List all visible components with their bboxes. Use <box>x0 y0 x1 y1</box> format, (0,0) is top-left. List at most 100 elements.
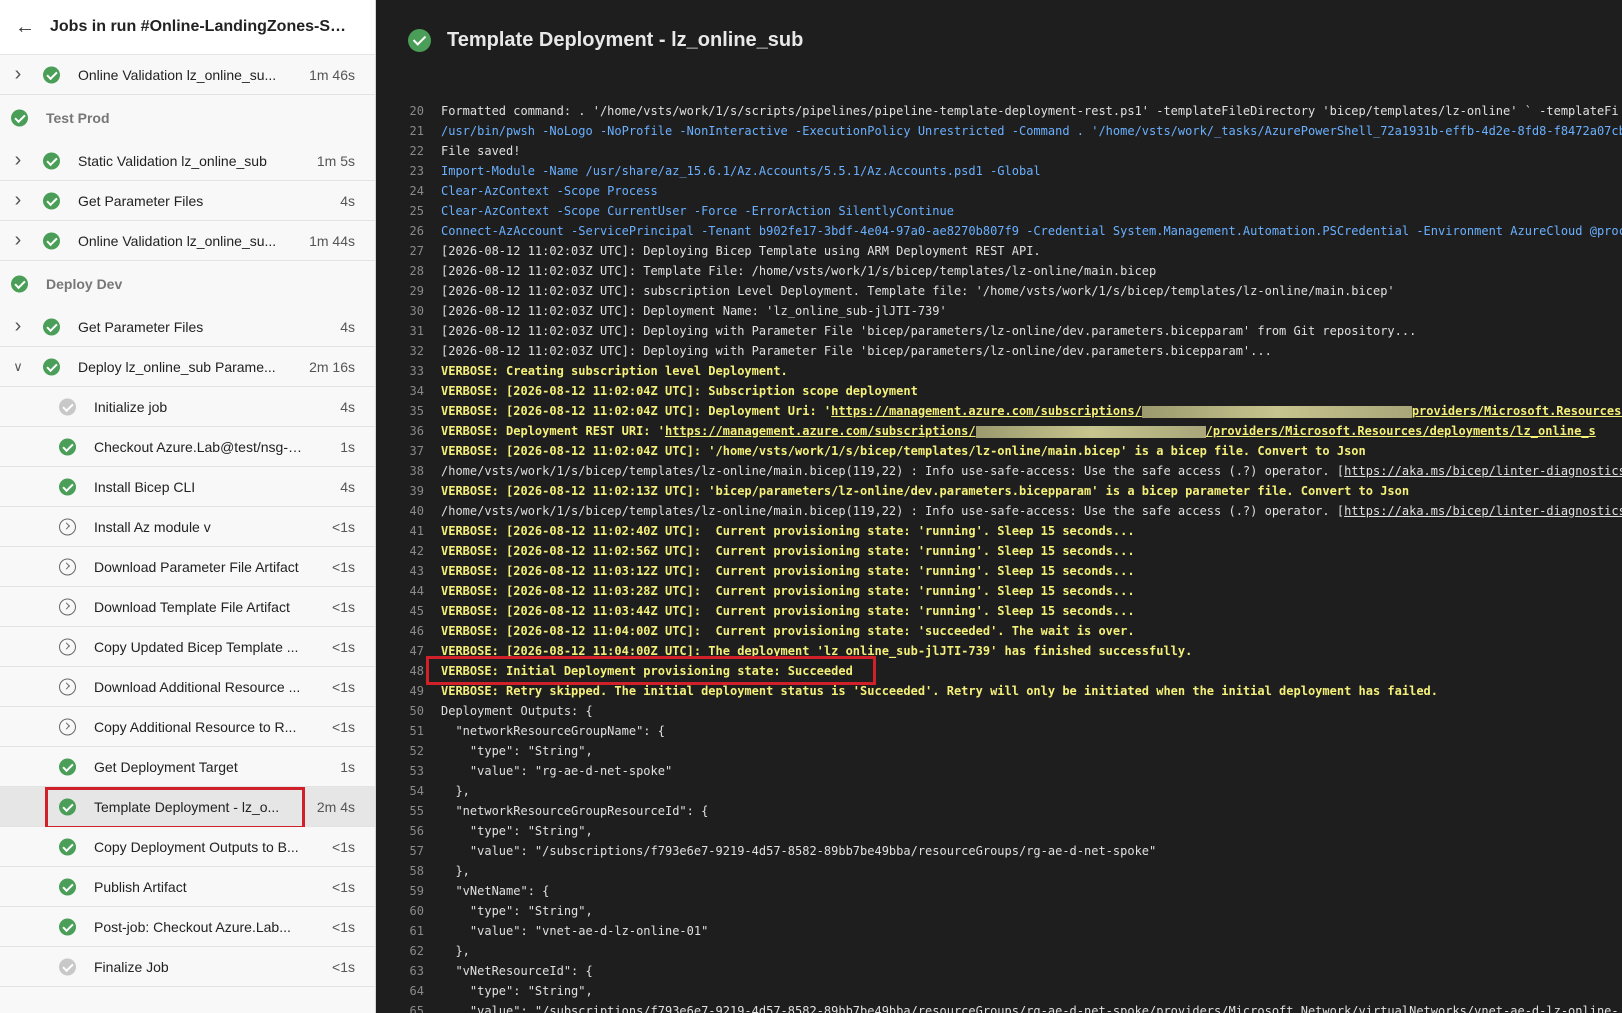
log-header: Template Deployment - lz_online_sub <box>376 0 1622 80</box>
line-text: Clear-AzContext -Scope Process <box>424 181 658 201</box>
step-row[interactable]: Get Deployment Target 1s <box>0 747 375 787</box>
line-number: 65 <box>409 1004 424 1013</box>
line-number: 44 <box>409 584 424 598</box>
chevron-right-icon[interactable]: › <box>11 221 25 260</box>
line-text: [2026-08-12 11:02:03Z UTC]: Template Fil… <box>424 261 1156 281</box>
log-text-segment: [2026-08-12 11:02:03Z UTC]: Deployment N… <box>441 304 947 318</box>
row-label: Initialize job <box>94 398 168 415</box>
row-label: Install Bicep CLI <box>94 478 196 495</box>
log-link[interactable]: /providers/Microsoft.Resources/deploymen… <box>1206 424 1596 438</box>
line-number: 22 <box>409 144 424 158</box>
row-label: Online Validation lz_online_su... <box>78 232 277 249</box>
job-row[interactable]: › Online Validation lz_online_su... 1m 46s <box>0 55 375 95</box>
line-number: 27 <box>409 244 424 258</box>
log-text-segment: "vNetName": { <box>441 884 550 898</box>
step-row[interactable]: Download Additional Resource ... <1s <box>0 667 375 707</box>
step-row[interactable]: Finalize Job <1s <box>0 947 375 987</box>
chevron-right-icon[interactable]: › <box>11 141 25 180</box>
log-line: 28 [2026-08-12 11:02:03Z UTC]: Template F… <box>376 261 1622 281</box>
log-text-segment: "value": "vnet-ae-d-lz-online-01" <box>441 924 709 938</box>
log-link[interactable]: https://aka.ms/bicep/linter-diagnostics <box>1344 504 1622 518</box>
line-text: "value": "vnet-ae-d-lz-online-01" <box>424 921 708 941</box>
log-line: 52 "type": "String", <box>376 741 1622 761</box>
log-line: 41 VERBOSE: [2026-08-12 11:02:40Z UTC]: C… <box>376 521 1622 541</box>
step-row[interactable]: Post-job: Checkout Azure.Lab... <1s <box>0 907 375 947</box>
step-row[interactable]: Copy Additional Resource to R... <1s <box>0 707 375 747</box>
line-number: 31 <box>409 324 424 338</box>
log-text-segment: "type": "String", <box>441 984 593 998</box>
job-row[interactable]: › Online Validation lz_online_su... 1m 44s <box>0 221 375 261</box>
chevron-right-icon[interactable]: › <box>11 55 25 94</box>
log-link[interactable]: providers/Microsoft.Resources/ <box>1412 404 1622 418</box>
log-text-segment: File saved! <box>441 144 521 158</box>
stage-row[interactable]: Deploy Dev <box>0 261 375 307</box>
log-text-segment: Clear-AzContext -Scope Process <box>441 184 658 198</box>
step-row[interactable]: Copy Updated Bicep Template ... <1s <box>0 627 375 667</box>
line-text: VERBOSE: [2026-08-12 11:02:04Z UTC]: '/h… <box>424 441 1366 461</box>
log-line: 32 [2026-08-12 11:02:03Z UTC]: Deploying … <box>376 341 1622 361</box>
line-number: 23 <box>409 164 424 178</box>
step-row[interactable]: Install Bicep CLI 4s <box>0 467 375 507</box>
step-row[interactable]: Initialize job 4s <box>0 387 375 427</box>
log-text-segment: }, <box>441 864 470 878</box>
log-text-segment: VERBOSE: [2026-08-12 11:02:40Z UTC]: Cur… <box>441 524 1135 538</box>
back-arrow-icon[interactable]: ← <box>0 16 50 39</box>
step-row[interactable]: Download Parameter File Artifact <1s <box>0 547 375 587</box>
line-text: [2026-08-12 11:02:03Z UTC]: subscription… <box>424 281 1395 301</box>
job-row[interactable]: › Get Parameter Files 4s <box>0 307 375 347</box>
line-text: }, <box>424 781 469 801</box>
line-number: 62 <box>409 944 424 958</box>
row-label: Copy Updated Bicep Template ... <box>94 638 299 655</box>
log-text-segment: [2026-08-12 11:02:03Z UTC]: Deploying wi… <box>441 344 1272 358</box>
log-text-segment: VERBOSE: [2026-08-12 11:04:00Z UTC]: The… <box>441 644 1193 658</box>
step-row[interactable]: Install Az module v <1s <box>0 507 375 547</box>
line-number: 43 <box>409 564 424 578</box>
log-text-segment: Import-Module -Name /usr/share/az_15.6.1… <box>441 164 1041 178</box>
row-duration: <1s <box>332 638 355 655</box>
chevron-right-icon[interactable]: › <box>11 307 25 346</box>
line-number: 36 <box>409 424 424 438</box>
success-check-icon <box>59 438 76 455</box>
step-row[interactable]: Download Template File Artifact <1s <box>0 587 375 627</box>
row-label: Download Additional Resource ... <box>94 678 301 695</box>
log-link[interactable]: https://aka.ms/bicep/linter-diagnostics <box>1344 464 1622 478</box>
log-line: 26 Connect-AzAccount -ServicePrincipal -T… <box>376 221 1622 241</box>
line-text: Connect-AzAccount -ServicePrincipal -Ten… <box>424 221 1622 241</box>
line-text: /home/vsts/work/1/s/bicep/templates/lz-o… <box>424 501 1622 521</box>
job-row[interactable]: › Static Validation lz_online_sub 1m 5s <box>0 141 375 181</box>
chevron-right-icon[interactable]: › <box>11 181 25 220</box>
line-text: "value": "/subscriptions/f793e6e7-9219-4… <box>424 841 1156 861</box>
line-text: VERBOSE: [2026-08-12 11:04:00Z UTC]: Cur… <box>424 621 1135 641</box>
line-number: 58 <box>409 864 424 878</box>
line-number: 25 <box>409 204 424 218</box>
log-line: 42 VERBOSE: [2026-08-12 11:02:56Z UTC]: C… <box>376 541 1622 561</box>
row-duration: 1s <box>340 758 355 775</box>
log-line: 24 Clear-AzContext -Scope Process <box>376 181 1622 201</box>
log-text-segment: VERBOSE: [2026-08-12 11:02:56Z UTC]: Cur… <box>441 544 1135 558</box>
line-number: 21 <box>409 124 424 138</box>
stage-row[interactable]: Test Prod <box>0 95 375 141</box>
row-label: Checkout Azure.Lab@test/nsg-u... <box>94 438 306 455</box>
log-link[interactable]: https://management.azure.com/subscriptio… <box>665 424 976 438</box>
row-label: Static Validation lz_online_sub <box>78 152 267 169</box>
redacted-value <box>1141 405 1412 418</box>
line-text: Clear-AzContext -Scope CurrentUser -Forc… <box>424 201 954 221</box>
log-link[interactable]: https://management.azure.com/subscriptio… <box>831 404 1142 418</box>
chevron-down-icon[interactable]: ∨ <box>11 347 25 386</box>
step-row[interactable]: Checkout Azure.Lab@test/nsg-u... 1s <box>0 427 375 467</box>
line-text: VERBOSE: Retry skipped. The initial depl… <box>424 681 1438 701</box>
job-row[interactable]: › Get Parameter Files 4s <box>0 181 375 221</box>
line-number: 28 <box>409 264 424 278</box>
log-output[interactable]: 20 Formatted command: . '/home/vsts/work/… <box>376 101 1622 1013</box>
step-row[interactable]: Publish Artifact <1s <box>0 867 375 907</box>
log-line: 44 VERBOSE: [2026-08-12 11:03:28Z UTC]: C… <box>376 581 1622 601</box>
step-row[interactable]: Template Deployment - lz_o... 2m 4s <box>0 787 375 829</box>
job-row[interactable]: ∨ Deploy lz_online_sub Parame... 2m 16s <box>0 347 375 387</box>
log-text-segment: /usr/bin/pwsh -NoLogo -NoProfile -NonInt… <box>441 124 1622 138</box>
log-line: 34 VERBOSE: [2026-08-12 11:02:04Z UTC]: S… <box>376 381 1622 401</box>
line-number: 41 <box>409 524 424 538</box>
success-check-icon <box>43 152 60 169</box>
step-row[interactable]: Copy Deployment Outputs to B... <1s <box>0 827 375 867</box>
log-text-segment: VERBOSE: Initial Deployment provisioning… <box>441 664 853 678</box>
line-text: "networkResourceGroupName": { <box>424 721 665 741</box>
